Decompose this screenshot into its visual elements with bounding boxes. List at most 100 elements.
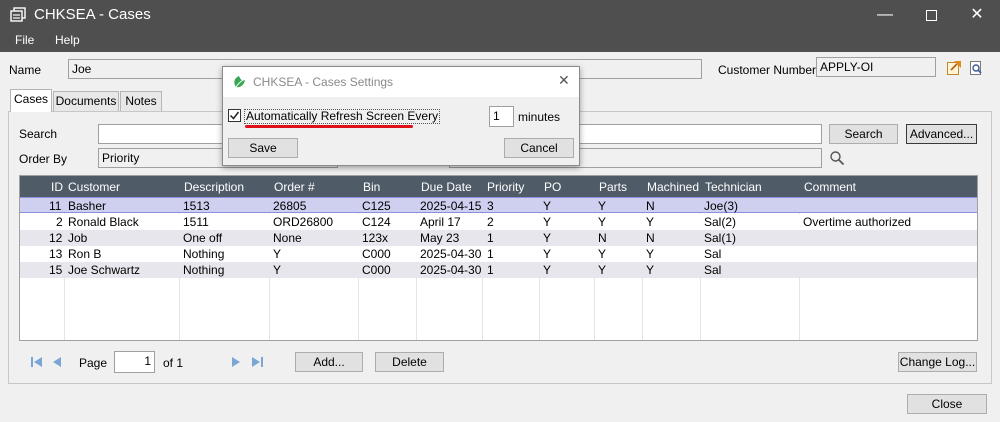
column-header-customer[interactable]: Customer xyxy=(68,180,120,194)
cell-parts: Y xyxy=(598,247,607,261)
window-title: CHKSEA - Cases xyxy=(34,6,151,23)
customer-inquiry-icon[interactable] xyxy=(968,60,984,76)
table-row[interactable]: 15 Joe Schwartz Nothing Y C000 2025-04-3… xyxy=(20,262,977,278)
minimize-button[interactable]: — xyxy=(862,0,908,30)
column-header-bin[interactable]: Bin xyxy=(363,180,380,194)
menu-file[interactable]: File xyxy=(15,33,34,47)
cell-technician: Sal(1) xyxy=(704,231,737,245)
maximize-button[interactable] xyxy=(908,0,954,30)
auto-refresh-label[interactable]: Automatically Refresh Screen Every xyxy=(244,109,441,124)
delete-button[interactable]: Delete xyxy=(375,352,444,372)
cell-po: Y xyxy=(543,231,552,245)
column-header-id[interactable]: ID xyxy=(51,180,63,194)
cell-order: None xyxy=(273,231,302,245)
close-button[interactable]: Close xyxy=(907,394,987,414)
cell-po: Y xyxy=(543,263,552,277)
cell-machined: Y xyxy=(646,247,655,261)
column-header-machined[interactable]: Machined xyxy=(647,180,699,194)
column-header-parts[interactable]: Parts xyxy=(599,180,627,194)
cell-bin: C124 xyxy=(362,215,391,229)
dialog-cancel-button[interactable]: Cancel xyxy=(504,138,574,158)
cell-machined: N xyxy=(646,199,655,213)
column-header-technician[interactable]: Technician xyxy=(705,180,762,194)
maximize-icon xyxy=(925,10,937,21)
cases-grid[interactable]: ID Customer Description Order # Bin Due … xyxy=(19,175,978,341)
cell-po: Y xyxy=(543,215,552,229)
grid-header: ID Customer Description Order # Bin Due … xyxy=(20,176,977,197)
column-header-order[interactable]: Order # xyxy=(274,180,315,194)
cell-priority: 1 xyxy=(487,263,494,277)
close-icon: ✕ xyxy=(970,6,984,23)
cell-id: 2 xyxy=(56,215,63,229)
minutes-input[interactable]: 1 xyxy=(489,106,514,127)
dialog-save-button[interactable]: Save xyxy=(228,138,298,158)
page-input[interactable]: 1 xyxy=(114,351,155,373)
previous-page-icon[interactable] xyxy=(50,355,64,369)
customer-number-field[interactable]: APPLY-OI xyxy=(816,57,936,77)
table-row[interactable]: 13 Ron B Nothing Y C000 2025-04-30 1 Y Y… xyxy=(20,246,977,262)
page-label: Page xyxy=(79,356,108,370)
advanced-button[interactable]: Advanced... xyxy=(906,124,977,144)
table-row[interactable]: 12 Job One off None 123x May 23 1 Y N N … xyxy=(20,230,977,246)
last-page-icon[interactable] xyxy=(250,355,264,369)
cell-bin: C000 xyxy=(362,247,391,261)
auto-refresh-checkbox[interactable] xyxy=(228,109,241,122)
cell-priority: 1 xyxy=(487,231,494,245)
tab-notes[interactable]: Notes xyxy=(120,91,162,111)
dialog-title: CHKSEA - Cases Settings xyxy=(253,75,394,89)
cell-description: One off xyxy=(183,231,223,245)
cell-priority: 3 xyxy=(487,199,494,213)
cell-order: 26805 xyxy=(273,199,307,213)
page-count-label: of 1 xyxy=(163,356,184,370)
search-button[interactable]: Search xyxy=(829,124,898,144)
customer-lookup-icon[interactable] xyxy=(946,60,962,76)
cell-machined: N xyxy=(646,231,655,245)
cell-due-date: 2025-04-15 xyxy=(420,199,482,213)
tab-documents[interactable]: Documents xyxy=(53,91,119,111)
cell-due-date: 2025-04-30 xyxy=(420,247,482,261)
change-log-button[interactable]: Change Log... xyxy=(898,352,977,372)
customer-number-label: Customer Number xyxy=(718,63,817,77)
cell-technician: Sal xyxy=(704,247,722,261)
table-row[interactable]: 2 Ronald Black 1511 ORD26800 C124 April … xyxy=(20,214,977,230)
add-button[interactable]: Add... xyxy=(295,352,363,372)
search-label: Search xyxy=(19,127,58,141)
cell-customer: Job xyxy=(68,231,88,245)
column-header-comment[interactable]: Comment xyxy=(804,180,856,194)
cell-customer: Basher xyxy=(68,199,107,213)
cell-description: 1513 xyxy=(183,199,210,213)
cell-machined: Y xyxy=(646,215,655,229)
minutes-label: minutes xyxy=(518,110,561,124)
cell-due-date: April 17 xyxy=(420,215,461,229)
cell-id: 12 xyxy=(49,231,63,245)
first-page-icon[interactable] xyxy=(30,355,44,369)
cell-po: Y xyxy=(543,199,552,213)
search-magnifier-icon[interactable] xyxy=(829,150,845,166)
cell-parts: Y xyxy=(598,263,607,277)
close-window-button[interactable]: ✕ xyxy=(954,0,1000,30)
column-header-description[interactable]: Description xyxy=(184,180,244,194)
leaf-logo-icon xyxy=(234,76,245,88)
menu-help[interactable]: Help xyxy=(55,33,80,47)
cell-id: 15 xyxy=(49,263,63,277)
cell-po: Y xyxy=(543,247,552,261)
cell-parts: N xyxy=(598,231,607,245)
column-header-priority[interactable]: Priority xyxy=(487,180,524,194)
column-header-due-date[interactable]: Due Date xyxy=(421,180,472,194)
cell-technician: Sal(2) xyxy=(704,215,737,229)
dialog-close-button[interactable]: ✕ xyxy=(558,72,570,89)
cell-order: ORD26800 xyxy=(273,215,334,229)
cell-comment: Overtime authorized xyxy=(803,215,912,229)
cell-id: 13 xyxy=(49,247,63,261)
cell-description: 1511 xyxy=(183,215,209,229)
table-row[interactable]: 11 Basher 1513 26805 C125 2025-04-15 3 Y… xyxy=(20,197,977,213)
cell-description: Nothing xyxy=(183,263,225,277)
cell-bin: C000 xyxy=(362,263,391,277)
order-by-label: Order By xyxy=(19,152,68,166)
column-header-po[interactable]: PO xyxy=(544,180,561,194)
next-page-icon[interactable] xyxy=(229,355,243,369)
close-icon: ✕ xyxy=(558,72,570,88)
name-label: Name xyxy=(9,63,42,77)
tab-cases[interactable]: Cases xyxy=(10,89,52,112)
cell-customer: Ron B xyxy=(68,247,102,261)
